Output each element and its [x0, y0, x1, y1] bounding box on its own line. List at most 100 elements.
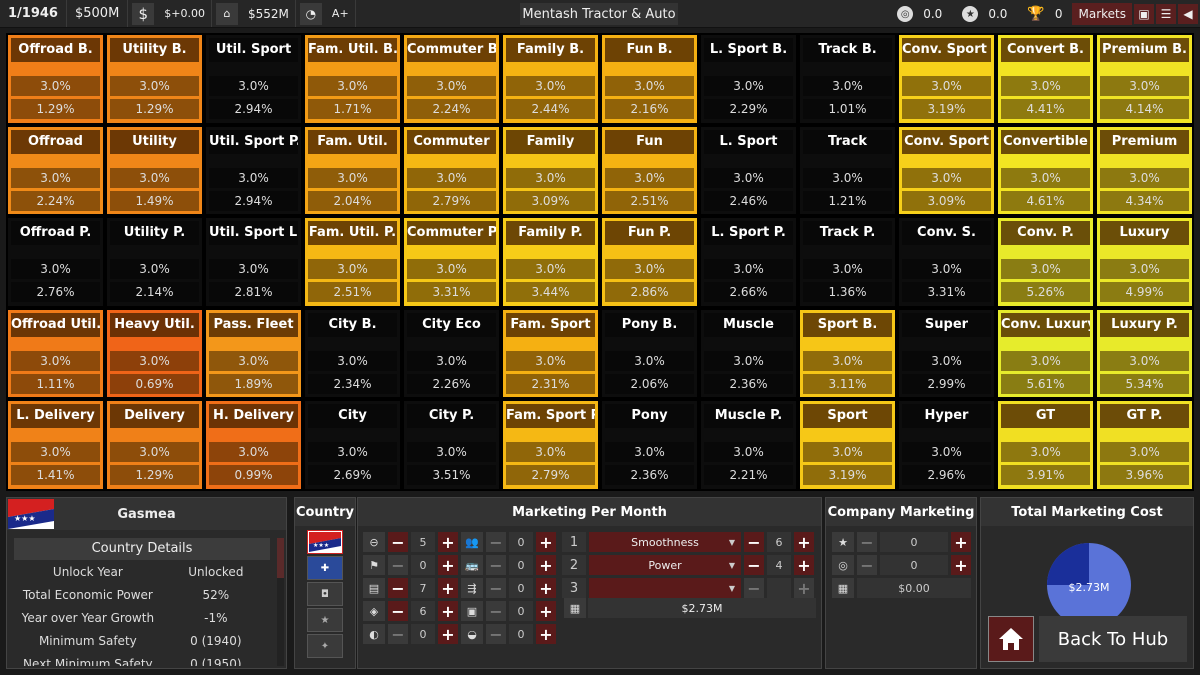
market-cell[interactable]: Conv. S. 3.0% 3.31%	[897, 216, 996, 308]
market-cell[interactable]: Sport 3.0% 3.19%	[798, 399, 897, 491]
ad-minus-button-2[interactable]: −	[486, 555, 506, 575]
market-cell[interactable]: L. Sport B. 3.0% 2.29%	[699, 33, 798, 125]
markets-button[interactable]: Markets	[1072, 3, 1132, 25]
market-cell[interactable]: Luxury 3.0% 4.99%	[1095, 216, 1194, 308]
ad-plus-button-2[interactable]: +	[536, 578, 556, 598]
market-cell[interactable]: L. Sport 3.0% 2.46%	[699, 124, 798, 217]
ad-plus-button-2[interactable]: +	[536, 624, 556, 644]
ad-plus-button-2[interactable]: +	[536, 601, 556, 621]
ad-minus-button-2[interactable]: −	[486, 624, 506, 644]
market-cell[interactable]: Util. Sport 3.0% 2.94%	[204, 33, 303, 125]
menu-icon[interactable]: ☰	[1156, 4, 1176, 24]
ad-minus-button[interactable]: −	[388, 601, 408, 621]
market-cell[interactable]: Fam. Sport 3.0% 2.31%	[501, 307, 600, 400]
ad-minus-button[interactable]: −	[388, 624, 408, 644]
market-cell[interactable]: Fam. Util. P. 3.0% 2.51%	[303, 216, 402, 308]
country-details-list[interactable]: Country Details Unlock Year Unlocked Total…	[14, 538, 270, 666]
market-cell[interactable]: Convert B. 3.0% 4.41%	[996, 33, 1095, 125]
market-cell[interactable]: Commuter 3.0% 2.79%	[402, 124, 501, 217]
save-icon[interactable]: ▣	[1134, 4, 1154, 24]
market-cell[interactable]: Heavy Util. 3.0% 0.69%	[105, 307, 204, 400]
market-cell[interactable]: Offroad P. 3.0% 2.76%	[6, 216, 105, 308]
ad-plus-button[interactable]: +	[438, 601, 458, 621]
market-cell[interactable]: Utility B. 3.0% 1.29%	[105, 33, 204, 125]
market-cell[interactable]: Util. Sport P. 3.0% 2.94%	[204, 124, 303, 217]
market-cell[interactable]: City P. 3.0% 3.51%	[402, 399, 501, 491]
market-cell[interactable]: Offroad 3.0% 2.24%	[6, 124, 105, 217]
market-cell[interactable]: Utility 3.0% 1.49%	[105, 124, 204, 217]
flag-country-2[interactable]: ✚	[307, 556, 343, 580]
dollar-icon[interactable]: $	[132, 2, 155, 25]
company-row-1-plus[interactable]: +	[951, 532, 971, 552]
market-cell[interactable]: Sport B. 3.0% 3.11%	[798, 307, 897, 400]
market-cell[interactable]: Fam. Util. B. 3.0% 1.71%	[303, 33, 402, 125]
market-cell[interactable]: Muscle 3.0% 2.36%	[699, 307, 798, 400]
market-cell[interactable]: Luxury P. 3.0% 5.34%	[1095, 307, 1194, 400]
market-cell[interactable]: Premium 3.0% 4.34%	[1095, 124, 1194, 217]
market-cell[interactable]: Fam. Sport P. 3.0% 2.79%	[501, 399, 600, 491]
market-cell[interactable]: Fun B. 3.0% 2.16%	[600, 33, 699, 125]
market-cell[interactable]: Conv. Sport 3.0% 3.09%	[897, 124, 996, 217]
scrollbar-thumb[interactable]	[277, 538, 284, 578]
ad-plus-button[interactable]: +	[438, 532, 458, 552]
market-cell[interactable]: Track 3.0% 1.21%	[798, 124, 897, 217]
flag-gasmea[interactable]: ★★★	[307, 530, 343, 554]
ad-plus-button[interactable]: +	[438, 555, 458, 575]
market-cell[interactable]: Fam. Util. 3.0% 2.04%	[303, 124, 402, 217]
market-cell[interactable]: City 3.0% 2.69%	[303, 399, 402, 491]
back-to-hub-button[interactable]: Back To Hub	[1039, 616, 1187, 662]
market-cell[interactable]: City Eco 3.0% 2.26%	[402, 307, 501, 400]
ad-minus-button-2[interactable]: −	[486, 532, 506, 552]
market-cell[interactable]: Conv. Luxury 3.0% 5.61%	[996, 307, 1095, 400]
company-row-2-minus[interactable]: −	[857, 555, 877, 575]
flag-country-3[interactable]: ◘	[307, 582, 343, 606]
market-cell[interactable]: Family 3.0% 3.09%	[501, 124, 600, 217]
focus-plus-button[interactable]: +	[794, 578, 814, 598]
market-cell[interactable]: Premium B. 3.0% 4.14%	[1095, 33, 1194, 125]
focus-minus-button[interactable]: −	[744, 555, 764, 575]
market-cell[interactable]: Track B. 3.0% 1.01%	[798, 33, 897, 125]
market-cell[interactable]: GT P. 3.0% 3.96%	[1095, 399, 1194, 491]
ad-plus-button-2[interactable]: +	[536, 555, 556, 575]
focus-plus-button[interactable]: +	[794, 555, 814, 575]
market-cell[interactable]: GT 3.0% 3.91%	[996, 399, 1095, 491]
market-cell[interactable]: Fun 3.0% 2.51%	[600, 124, 699, 217]
flag-country-4[interactable]: ★	[307, 608, 343, 632]
ad-minus-button-2[interactable]: −	[486, 578, 506, 598]
factory-icon[interactable]: ⌂	[216, 2, 239, 25]
market-cell[interactable]: Pony B. 3.0% 2.06%	[600, 307, 699, 400]
market-cell[interactable]: Commuter P. 3.0% 3.31%	[402, 216, 501, 308]
focus-select[interactable]: Smoothness ▼	[589, 532, 741, 552]
market-cell[interactable]: Convertible 3.0% 4.61%	[996, 124, 1095, 217]
market-cell[interactable]: Pass. Fleet 3.0% 1.89%	[204, 307, 303, 400]
market-cell[interactable]: Family P. 3.0% 3.44%	[501, 216, 600, 308]
focus-select[interactable]: ▼	[589, 578, 741, 598]
market-cell[interactable]: Fun P. 3.0% 2.86%	[600, 216, 699, 308]
company-row-2-plus[interactable]: +	[951, 555, 971, 575]
market-cell[interactable]: Commuter B. 3.0% 2.24%	[402, 33, 501, 125]
market-cell[interactable]: Family B. 3.0% 2.44%	[501, 33, 600, 125]
flag-country-5[interactable]: ✦	[307, 634, 343, 658]
ad-plus-button[interactable]: +	[438, 624, 458, 644]
ad-plus-button[interactable]: +	[438, 578, 458, 598]
market-cell[interactable]: Offroad B. 3.0% 1.29%	[6, 33, 105, 125]
market-cell[interactable]: Delivery 3.0% 1.29%	[105, 399, 204, 491]
market-cell[interactable]: Hyper 3.0% 2.96%	[897, 399, 996, 491]
market-cell[interactable]: Util. Sport L. 3.0% 2.81%	[204, 216, 303, 308]
market-cell[interactable]: Conv. P. 3.0% 5.26%	[996, 216, 1095, 308]
market-cell[interactable]: Utility P. 3.0% 2.14%	[105, 216, 204, 308]
home-button[interactable]	[988, 616, 1034, 662]
back-arrow-icon[interactable]: ◀	[1178, 4, 1198, 24]
market-cell[interactable]: Conv. Sport B. 3.0% 3.19%	[897, 33, 996, 125]
market-cell[interactable]: Pony 3.0% 2.36%	[600, 399, 699, 491]
focus-select[interactable]: Power ▼	[589, 555, 741, 575]
ad-minus-button[interactable]: −	[388, 555, 408, 575]
ad-plus-button-2[interactable]: +	[536, 532, 556, 552]
market-cell[interactable]: City B. 3.0% 2.34%	[303, 307, 402, 400]
focus-minus-button[interactable]: −	[744, 578, 764, 598]
market-cell[interactable]: L. Sport P. 3.0% 2.66%	[699, 216, 798, 308]
market-cell[interactable]: Muscle P. 3.0% 2.21%	[699, 399, 798, 491]
focus-plus-button[interactable]: +	[794, 532, 814, 552]
gauge-icon[interactable]: ◔	[299, 2, 322, 25]
market-cell[interactable]: Offroad Util. 3.0% 1.11%	[6, 307, 105, 400]
